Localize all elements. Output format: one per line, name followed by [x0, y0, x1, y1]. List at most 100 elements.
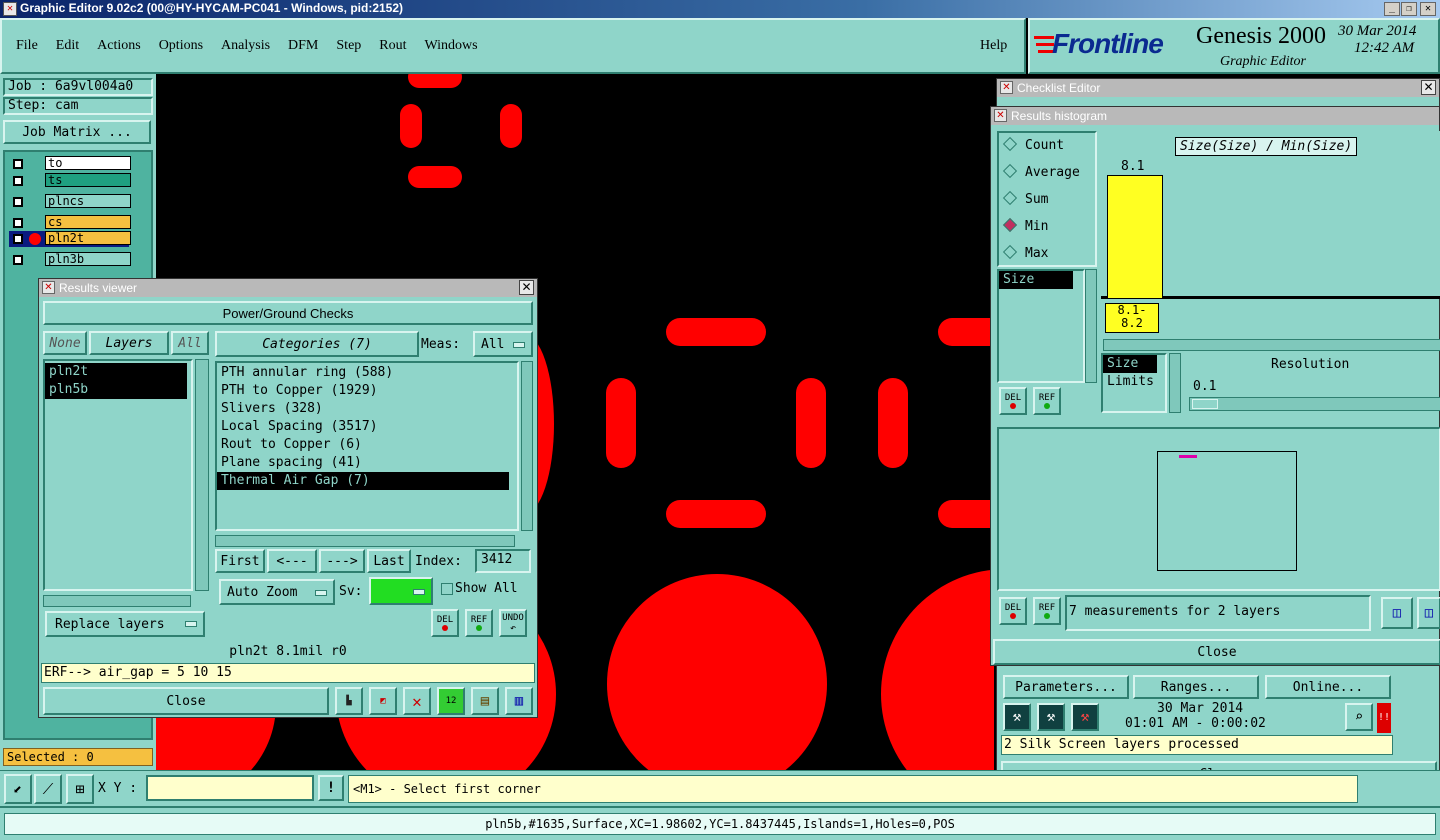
- layer-row-pln3b[interactable]: pln3b: [9, 252, 131, 268]
- menu-analysis[interactable]: Analysis: [221, 38, 270, 53]
- histogram-icon[interactable]: ▥: [505, 687, 533, 715]
- ranges-button[interactable]: Ranges...: [1133, 675, 1259, 699]
- histogram-close-button[interactable]: Close: [993, 639, 1440, 665]
- slider-thumb[interactable]: [1192, 399, 1218, 409]
- menu-rout[interactable]: Rout: [379, 38, 406, 53]
- layer-list-scrollbar[interactable]: [195, 359, 209, 591]
- preview-ref-button[interactable]: REF: [1033, 597, 1061, 625]
- menu-help[interactable]: Help: [980, 38, 1007, 54]
- list-item[interactable]: Limits: [1103, 373, 1165, 391]
- menu-options[interactable]: Options: [159, 38, 203, 53]
- measure-icon[interactable]: ⟋: [34, 774, 62, 804]
- ref-button[interactable]: REF: [465, 609, 493, 637]
- layer-selection-list[interactable]: pln2t pln5b: [43, 359, 193, 591]
- first-button[interactable]: First: [215, 549, 265, 573]
- meas-dropdown[interactable]: All: [473, 331, 533, 357]
- list-item-selected[interactable]: Thermal Air Gap (7): [217, 472, 509, 490]
- chart-hscroll[interactable]: [1103, 339, 1440, 351]
- parameters-button[interactable]: Parameters...: [1003, 675, 1129, 699]
- menu-step[interactable]: Step: [336, 38, 361, 53]
- layer-row-to[interactable]: to: [9, 156, 131, 172]
- list-item[interactable]: Rout to Copper (6): [217, 436, 517, 454]
- maximize-button[interactable]: ❐: [1401, 2, 1417, 16]
- histogram-bar[interactable]: [1107, 175, 1163, 299]
- hist-ref-button[interactable]: REF: [1033, 387, 1061, 415]
- window-menu-icon[interactable]: ✕: [994, 109, 1007, 122]
- run-all-icon[interactable]: ⚒: [1037, 703, 1065, 731]
- radio-max[interactable]: Max: [999, 244, 1095, 272]
- menu-windows[interactable]: Windows: [425, 38, 478, 53]
- cross-icon[interactable]: ✕: [403, 687, 431, 715]
- list-item[interactable]: Size: [999, 271, 1073, 289]
- radio-icon: [1002, 217, 1018, 233]
- results-close-button[interactable]: Close: [43, 687, 329, 715]
- job-matrix-button[interactable]: Job Matrix ...: [3, 120, 151, 144]
- grid-icon[interactable]: ⊞: [66, 774, 94, 804]
- menu-edit[interactable]: Edit: [56, 38, 79, 53]
- list-item[interactable]: Size: [1103, 355, 1157, 373]
- sv-color-dropdown[interactable]: [369, 577, 433, 605]
- menu-dfm[interactable]: DFM: [288, 38, 318, 53]
- measure-list-scrollbar[interactable]: [1085, 269, 1097, 383]
- category-list-hscroll[interactable]: [215, 535, 515, 547]
- preview-del-button[interactable]: DEL: [999, 597, 1027, 625]
- category-list[interactable]: PTH annular ring (588) PTH to Copper (19…: [215, 361, 519, 531]
- del-button[interactable]: DEL: [431, 609, 459, 637]
- export-icon[interactable]: ◫: [1381, 597, 1413, 629]
- menu-actions[interactable]: Actions: [97, 38, 141, 53]
- window-menu-icon[interactable]: ✕: [42, 281, 55, 294]
- radio-sum[interactable]: Sum: [999, 190, 1095, 218]
- window-menu-icon[interactable]: ✕: [1000, 81, 1013, 94]
- check-header-button[interactable]: Power/Ground Checks: [43, 301, 533, 325]
- radio-count[interactable]: Count: [999, 136, 1095, 164]
- chart-title: Size(Size) / Min(Size): [1175, 137, 1358, 156]
- auto-zoom-dropdown[interactable]: Auto Zoom: [219, 579, 335, 605]
- close-icon[interactable]: ✕: [1421, 80, 1436, 95]
- prev-button[interactable]: <---: [267, 549, 317, 573]
- list-item[interactable]: pln5b: [45, 381, 187, 399]
- layer-list-hscroll[interactable]: [43, 595, 191, 607]
- snap-icon[interactable]: ⬋: [4, 774, 32, 804]
- close-button[interactable]: ✕: [1420, 2, 1436, 16]
- show-all-checkbox[interactable]: [441, 583, 453, 595]
- zoom-icon[interactable]: ⌕: [1345, 703, 1373, 731]
- minimize-button[interactable]: _: [1384, 2, 1400, 16]
- graph-icon[interactable]: ◩: [369, 687, 397, 715]
- list-item[interactable]: PTH annular ring (588): [217, 364, 517, 382]
- notes-icon[interactable]: ▤: [471, 687, 499, 715]
- radio-average[interactable]: Average: [999, 163, 1095, 191]
- list-item[interactable]: Slivers (328): [217, 400, 517, 418]
- size-limits-scrollbar[interactable]: [1169, 353, 1181, 413]
- hist-del-button[interactable]: DEL: [999, 387, 1027, 415]
- attention-icon[interactable]: !: [318, 775, 344, 801]
- list-item[interactable]: Local Spacing (3517): [217, 418, 517, 436]
- index-input[interactable]: 3412: [475, 549, 531, 573]
- run-icon[interactable]: ⚒: [1003, 703, 1031, 731]
- radio-min[interactable]: Min: [999, 217, 1095, 245]
- online-button[interactable]: Online...: [1265, 675, 1391, 699]
- category-list-scrollbar[interactable]: [521, 361, 533, 531]
- next-button[interactable]: --->: [319, 549, 365, 573]
- measure-list[interactable]: Size: [997, 269, 1085, 383]
- stop-run-icon[interactable]: ⚒: [1071, 703, 1099, 731]
- list-item[interactable]: Plane spacing (41): [217, 454, 517, 472]
- last-button[interactable]: Last: [367, 549, 411, 573]
- layer-row-pln2t[interactable]: pln2t: [9, 231, 131, 247]
- replace-layers-dropdown[interactable]: Replace layers: [45, 611, 205, 637]
- list-item[interactable]: PTH to Copper (1929): [217, 382, 517, 400]
- menu-file[interactable]: File: [16, 38, 38, 53]
- counter-icon[interactable]: 12: [437, 687, 465, 715]
- list-item[interactable]: pln2t: [45, 363, 187, 381]
- resolution-slider[interactable]: [1189, 397, 1440, 411]
- xy-input[interactable]: [146, 775, 314, 801]
- layer-row-ts[interactable]: ts: [9, 173, 131, 189]
- layer-row-cs[interactable]: cs: [9, 215, 131, 231]
- import-icon[interactable]: ◫: [1417, 597, 1440, 629]
- report-icon[interactable]: ▙: [335, 687, 363, 715]
- size-limits-list[interactable]: Size Limits: [1101, 353, 1167, 413]
- all-button[interactable]: All: [171, 331, 209, 355]
- layer-row-plncs[interactable]: plncs: [9, 194, 131, 210]
- undo-button[interactable]: UNDO ↶: [499, 609, 527, 637]
- close-icon[interactable]: ✕: [519, 280, 534, 295]
- none-button[interactable]: None: [43, 331, 87, 355]
